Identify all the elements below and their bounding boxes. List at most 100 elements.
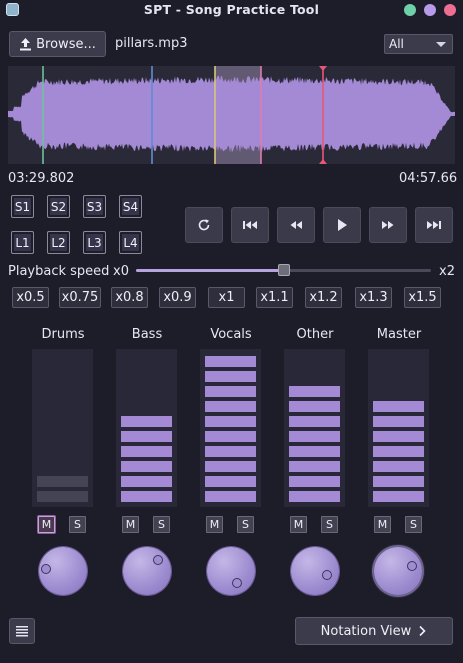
window-title: SPT - Song Practice Tool <box>143 2 320 17</box>
level-meter-bass <box>116 349 177 507</box>
meter-segment <box>205 461 256 472</box>
solo-button-master[interactable]: S <box>405 516 422 533</box>
menu-button[interactable] <box>9 618 35 644</box>
loop-button-l1[interactable]: L1 <box>11 231 34 254</box>
track-select-value: All <box>389 37 404 51</box>
play-button[interactable] <box>323 207 361 243</box>
level-meter-drums <box>32 349 93 507</box>
meter-segment <box>205 401 256 412</box>
speed-preset-1[interactable]: x1 <box>208 287 245 308</box>
channel-label-other: Other <box>296 327 334 342</box>
section-button-s1[interactable]: S1 <box>11 195 34 218</box>
start-time: 03:29.802 <box>8 171 75 186</box>
meter-segment <box>373 461 424 472</box>
waveform-shape <box>8 75 455 153</box>
maximize-button[interactable] <box>424 4 436 16</box>
meter-segment <box>205 416 256 427</box>
rewind-button[interactable] <box>277 207 315 243</box>
meter-segment <box>205 386 256 397</box>
section-button-s4[interactable]: S4 <box>119 195 142 218</box>
meter-segment <box>205 371 256 382</box>
meter-segment <box>289 386 340 397</box>
solo-button-other[interactable]: S <box>321 516 338 533</box>
meter-segment <box>205 446 256 457</box>
speed-preset-1-5[interactable]: x1.5 <box>404 287 441 308</box>
volume-knob-vocals[interactable] <box>207 547 255 595</box>
mute-button-vocals[interactable]: M <box>206 516 223 533</box>
speed-preset-0-75[interactable]: x0.75 <box>59 287 101 308</box>
end-time: 04:57.66 <box>399 171 458 186</box>
volume-knob-bass[interactable] <box>123 547 171 595</box>
close-button[interactable] <box>444 4 456 16</box>
volume-knob-master[interactable] <box>374 547 422 595</box>
loop-button-l2[interactable]: L2 <box>47 231 70 254</box>
meter-segment <box>373 401 424 412</box>
meter-segment <box>373 476 424 487</box>
mute-button-master[interactable]: M <box>374 516 391 533</box>
meter-segment <box>289 431 340 442</box>
meter-segment <box>205 356 256 367</box>
speed-slider-handle[interactable] <box>277 264 290 276</box>
menu-icon <box>16 626 28 637</box>
loop-button-l3[interactable]: L3 <box>83 231 106 254</box>
waveform-graphic <box>8 66 455 164</box>
channel-label-drums: Drums <box>41 327 85 342</box>
channel-label-master: Master <box>376 327 422 342</box>
browse-label: Browse... <box>36 36 96 52</box>
meter-segment <box>373 431 424 442</box>
fast-forward-button[interactable] <box>369 207 407 243</box>
skip-to-start-icon <box>243 221 257 229</box>
volume-knob-drums[interactable] <box>39 547 87 595</box>
speed-preset-1-2[interactable]: x1.2 <box>305 287 342 308</box>
meter-segment <box>121 446 172 457</box>
knob-indicator <box>322 570 332 580</box>
skip-to-end-button[interactable] <box>415 207 453 243</box>
mute-button-other[interactable]: M <box>290 516 307 533</box>
solo-button-vocals[interactable]: S <box>237 516 254 533</box>
meter-segment <box>289 446 340 457</box>
minimize-button[interactable] <box>404 4 416 16</box>
level-meter-vocals <box>200 349 261 507</box>
mute-button-bass[interactable]: M <box>122 516 139 533</box>
solo-button-bass[interactable]: S <box>153 516 170 533</box>
meter-segment <box>121 461 172 472</box>
playhead-top-icon <box>319 66 327 71</box>
playback-speed-label: Playback speed <box>8 264 110 279</box>
upload-icon <box>20 38 32 51</box>
meter-segment <box>121 491 172 502</box>
solo-button-drums[interactable]: S <box>69 516 86 533</box>
loop-button-l4[interactable]: L4 <box>119 231 142 254</box>
skip-to-end-icon <box>427 221 441 229</box>
channel-label-vocals: Vocals <box>210 327 252 342</box>
mute-button-drums[interactable]: M <box>38 516 55 533</box>
speed-preset-0-5[interactable]: x0.5 <box>12 287 49 308</box>
meter-segment <box>289 491 340 502</box>
meter-segment <box>121 431 172 442</box>
section-button-s3[interactable]: S3 <box>83 195 106 218</box>
speed-preset-1-1[interactable]: x1.1 <box>256 287 293 308</box>
meter-segment <box>289 461 340 472</box>
skip-to-start-button[interactable] <box>231 207 269 243</box>
track-select[interactable]: All <box>384 34 453 54</box>
waveform-view[interactable] <box>8 66 455 164</box>
playhead-bottom-icon <box>319 159 327 164</box>
speed-preset-0-8[interactable]: x0.8 <box>111 287 148 308</box>
speed-slider-fill <box>136 269 284 272</box>
filename-label: pillars.mp3 <box>115 36 188 51</box>
loop-icon <box>198 219 210 231</box>
knob-indicator <box>153 555 163 565</box>
play-icon <box>338 219 347 231</box>
rewind-icon <box>290 221 302 229</box>
speed-preset-0-9[interactable]: x0.9 <box>159 287 196 308</box>
notation-view-label: Notation View <box>320 623 412 639</box>
volume-knob-other[interactable] <box>291 547 339 595</box>
meter-segment <box>205 431 256 442</box>
notation-view-button[interactable]: Notation View <box>295 617 453 645</box>
loop-button[interactable] <box>185 207 223 243</box>
section-button-s2[interactable]: S2 <box>47 195 70 218</box>
level-meter-master <box>368 349 429 507</box>
knob-indicator <box>41 564 51 574</box>
meter-segment <box>373 416 424 427</box>
speed-preset-1-3[interactable]: x1.3 <box>355 287 392 308</box>
browse-button[interactable]: Browse... <box>9 31 106 57</box>
